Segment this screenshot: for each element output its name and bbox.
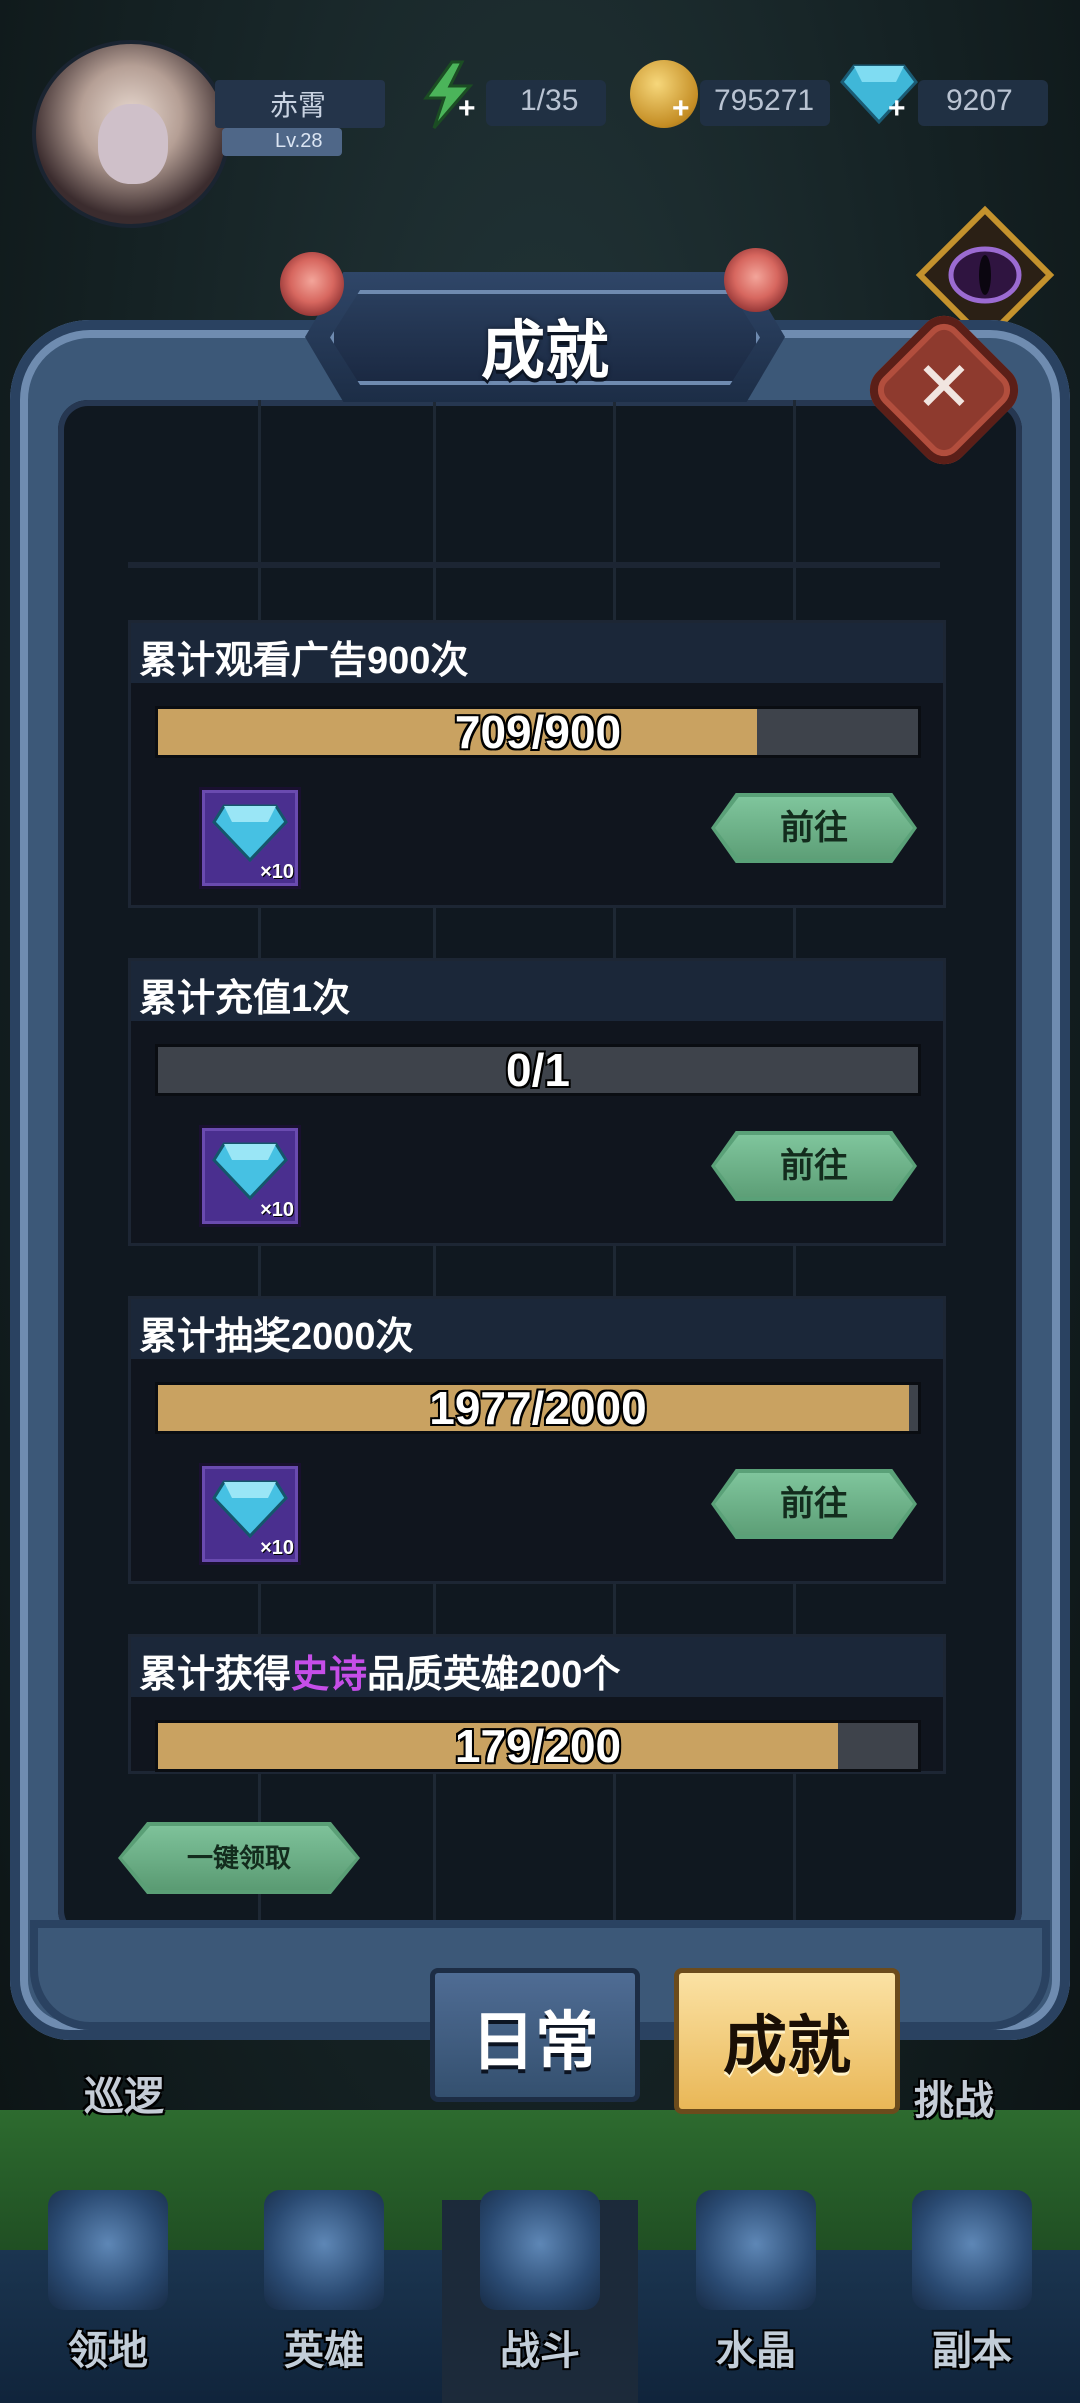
crystal-icon [696,2190,816,2310]
progress-text: 179/200 [454,1720,622,1772]
nav-item-crystal[interactable]: 水晶 [648,2170,864,2403]
reward-item[interactable]: ×10 [199,1463,301,1565]
tab-daily-label: 日常 [471,2006,599,2078]
achievement-title: 累计充值1次 [139,978,351,1020]
player-name: 赤霄 [270,90,327,121]
achievement-title: 累计抽奖2000次 [139,1316,414,1358]
diamond-icon [212,804,288,862]
goto-button-label: 前往 [780,1147,848,1185]
dungeon-icon [912,2190,1032,2310]
add-diamond-icon[interactable]: + [888,92,906,126]
nav-label: 领地 [68,2329,148,2373]
progress-text: 709/900 [454,706,622,758]
title-prefix: 累计获得 [139,1654,292,1696]
progress-bar: 179/200 [155,1720,921,1772]
hero-icon [264,2190,384,2310]
reward-count: ×10 [260,1199,294,1221]
nav-item-territory[interactable]: 领地 [0,2170,216,2403]
reward-count: ×10 [260,1537,294,1559]
goto-button[interactable]: 前往 [711,1469,917,1539]
progress-text: 1977/2000 [429,1382,647,1434]
diamond-icon [212,1480,288,1538]
reward-item[interactable]: ×10 [199,1125,301,1227]
battle-icon [480,2190,600,2310]
goto-button[interactable]: 前往 [711,1131,917,1201]
tab-achievement[interactable]: 成就 [674,1968,900,2114]
nav-item-dungeon[interactable]: 副本 [864,2170,1080,2403]
dialog-title: 成就 [481,315,609,387]
bottom-nav: 领地 英雄 战斗 水晶 副本 [0,2170,1080,2403]
reward-item[interactable]: ×10 [199,787,301,889]
progress-bar: 1977/2000 [155,1382,921,1434]
achievement-card: 累计充值1次 0/1 ×10 前往 [128,958,946,1246]
progress-bar: 0/1 [155,1044,921,1096]
achievement-title: 累计获得史诗品质英雄200个 [139,1643,620,1698]
gold-value: 795271 [714,84,815,117]
nav-label: 水晶 [716,2329,796,2373]
collect-all-button[interactable]: 一键领取 [118,1822,360,1894]
rose-decoration-icon [280,252,344,316]
collect-all-label: 一键领取 [186,1843,291,1873]
progress-text: 0/1 [506,1044,570,1096]
rose-decoration-icon [724,248,788,312]
add-energy-icon[interactable]: + [458,92,476,126]
reward-count: ×10 [260,861,294,883]
nav-label: 战斗 [500,2329,580,2373]
avatar-face [98,104,168,184]
nav-item-hero[interactable]: 英雄 [216,2170,432,2403]
diamond-icon [212,1142,288,1200]
goto-button-label: 前往 [780,809,848,847]
title-highlight: 史诗 [291,1654,368,1696]
diamond-icon[interactable] [840,62,918,124]
player-avatar[interactable] [32,40,230,228]
title-suffix: 品质英雄200个 [367,1654,621,1696]
progress-bar: 709/900 [155,706,921,758]
player-level: Lv.28 [275,130,323,152]
tab-daily[interactable]: 日常 [430,1968,640,2102]
achievement-card: 累计获得史诗品质英雄200个 179/200 [128,1634,946,1774]
add-gold-icon[interactable]: + [672,92,690,126]
diamond-value: 9207 [946,84,1013,117]
goto-button[interactable]: 前往 [711,793,917,863]
nav-item-battle[interactable]: 战斗 [432,2170,648,2403]
energy-value: 1/35 [520,84,579,117]
tab-achievement-label: 成就 [723,2010,851,2082]
nav-label: 英雄 [284,2329,364,2373]
list-divider [128,562,940,568]
patrol-label[interactable]: 巡逻 [84,2064,164,2122]
nav-label: 副本 [932,2329,1012,2373]
territory-icon [48,2190,168,2310]
close-icon[interactable]: ✕ [914,352,974,422]
goto-button-label: 前往 [780,1485,848,1523]
achievement-title: 累计观看广告900次 [139,640,469,682]
challenge-label[interactable]: 挑战 [914,2068,994,2126]
achievement-card: 累计观看广告900次 709/900 ×10 前往 [128,620,946,908]
achievement-card: 累计抽奖2000次 1977/2000 ×10 前往 [128,1296,946,1584]
